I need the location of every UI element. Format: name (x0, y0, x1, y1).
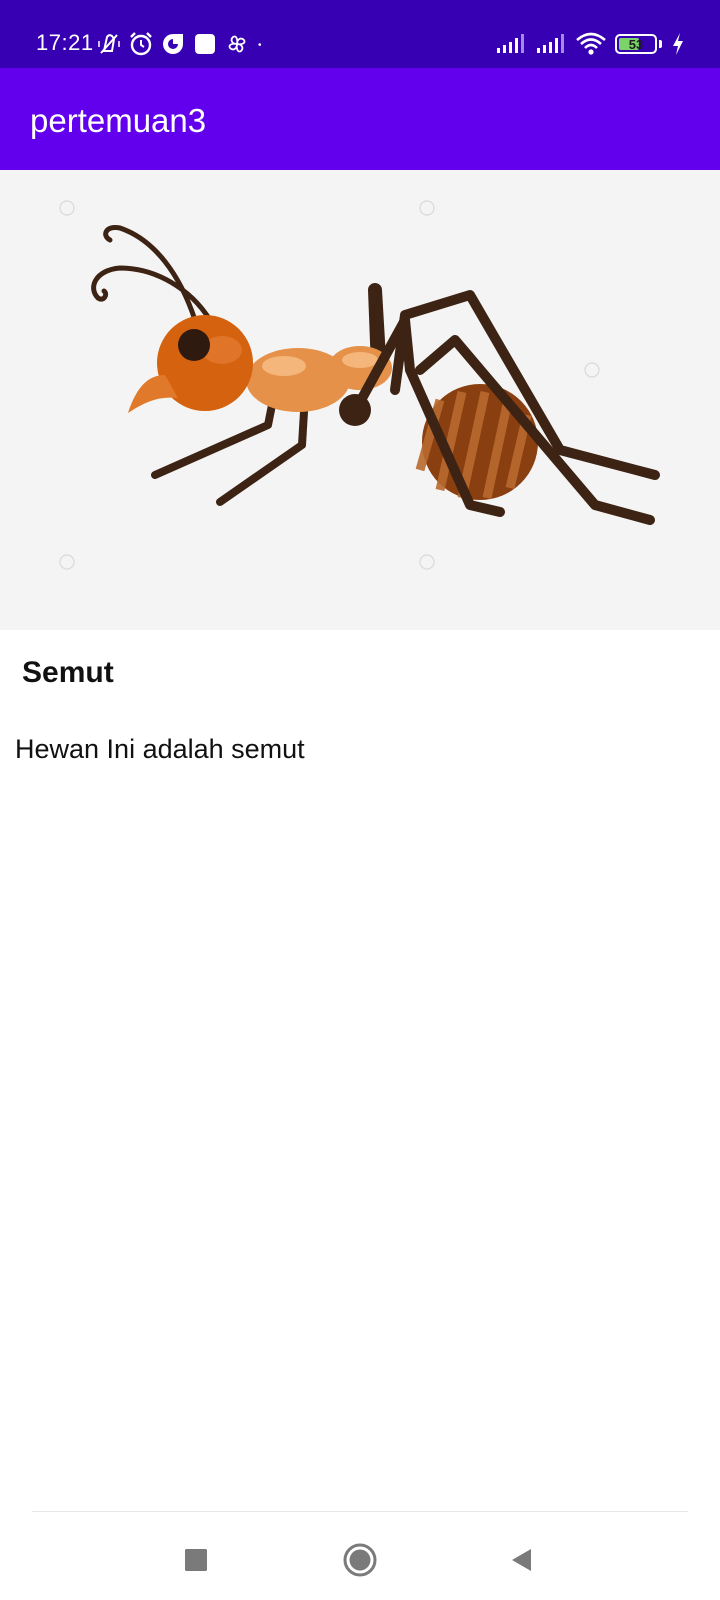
recent-apps-icon (185, 1549, 207, 1571)
animal-description: Hewan Ini adalah semut (15, 734, 305, 764)
status-bar: 17:21 53 (0, 0, 720, 68)
signal-icon (537, 34, 564, 53)
signal-icon (497, 34, 524, 53)
animal-name: Semut (22, 656, 114, 689)
data-saver-icon (163, 34, 183, 54)
status-notification-icons (96, 30, 270, 58)
battery-cap (659, 40, 662, 48)
pinwheel-icon (228, 35, 246, 53)
mute-vibrate-icon (98, 34, 120, 54)
status-system-icons: 53 (495, 30, 686, 58)
home-icon (343, 1543, 377, 1577)
home-button[interactable] (340, 1540, 380, 1580)
recent-apps-button[interactable] (176, 1540, 216, 1580)
back-button[interactable] (502, 1540, 542, 1580)
dot-icon (258, 43, 262, 46)
status-time: 17:21 (36, 30, 94, 55)
animal-image (0, 170, 720, 630)
charging-icon (673, 33, 683, 55)
app-title: pertemuan3 (30, 102, 207, 139)
app-bar: pertemuan3 (0, 68, 720, 170)
battery-icon: 53 (615, 34, 657, 54)
back-icon (512, 1549, 531, 1571)
square-notification-icon (195, 34, 215, 54)
alarm-icon (130, 32, 152, 56)
wifi-icon (576, 32, 606, 55)
system-nav-bar (0, 1512, 720, 1600)
ant-illustration (59, 200, 660, 570)
battery-level: 53 (628, 36, 644, 52)
